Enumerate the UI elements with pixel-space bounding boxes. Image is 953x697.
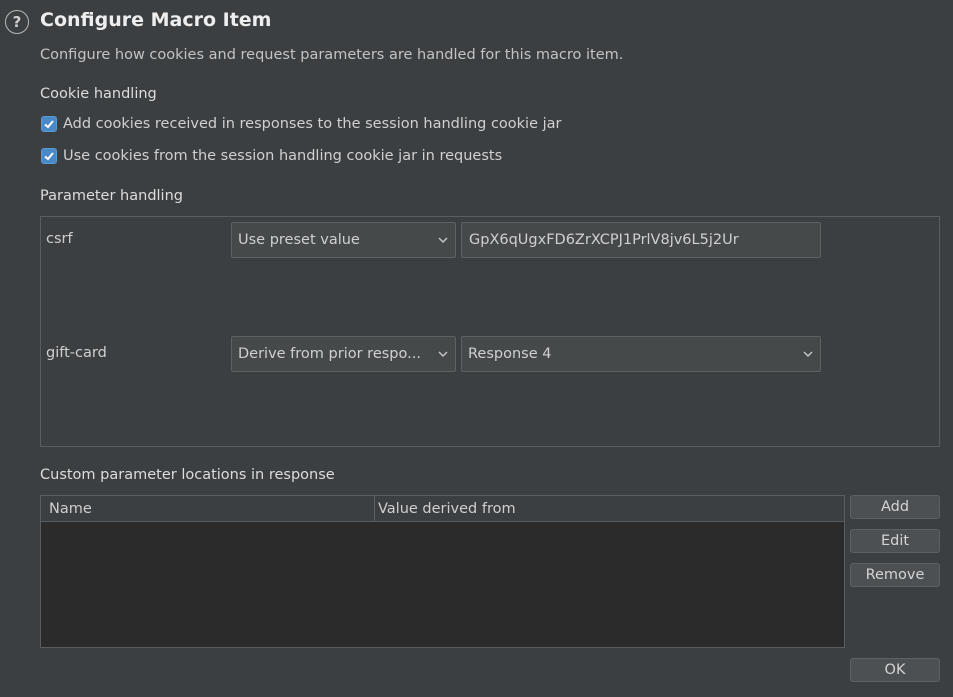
column-header-value-derived-from[interactable]: Value derived from	[375, 496, 844, 521]
gift-card-mode-dropdown[interactable]: Derive from prior respo...	[231, 336, 456, 372]
use-cookies-option[interactable]: Use cookies from the session handling co…	[41, 148, 502, 164]
chevron-down-icon	[802, 348, 814, 360]
use-cookies-label: Use cookies from the session handling co…	[63, 148, 503, 164]
custom-locations-label: Custom parameter locations in response	[40, 467, 335, 483]
dialog-title: Configure Macro Item	[40, 9, 272, 31]
cookie-handling-label: Cookie handling	[40, 86, 157, 102]
dialog-description: Configure how cookies and request parame…	[40, 47, 624, 63]
add-cookies-checkbox[interactable]	[41, 116, 57, 132]
help-icon[interactable]: ?	[5, 10, 29, 34]
chevron-down-icon	[437, 348, 449, 360]
gift-card-response-dropdown[interactable]: Response 4	[461, 336, 821, 372]
add-cookies-option[interactable]: Add cookies received in responses to the…	[41, 116, 562, 132]
csrf-mode-dropdown[interactable]: Use preset value	[231, 222, 456, 258]
check-icon	[44, 152, 54, 161]
gift-card-mode-value: Derive from prior respo...	[238, 346, 421, 362]
edit-button[interactable]: Edit	[850, 529, 940, 553]
custom-locations-table[interactable]: Name Value derived from	[40, 495, 845, 648]
parameter-handling-label: Parameter handling	[40, 188, 183, 204]
check-icon	[44, 120, 54, 129]
ok-button[interactable]: OK	[850, 658, 940, 682]
add-cookies-label: Add cookies received in responses to the…	[63, 116, 562, 132]
use-cookies-checkbox[interactable]	[41, 148, 57, 164]
csrf-value-field[interactable]: GpX6qUgxFD6ZrXCPJ1PrlV8jv6L5j2Ur	[461, 222, 821, 258]
csrf-mode-value: Use preset value	[238, 232, 360, 248]
param-name-csrf: csrf	[46, 231, 73, 247]
table-header: Name Value derived from	[41, 496, 844, 522]
gift-card-response-value: Response 4	[468, 346, 552, 362]
column-header-name[interactable]: Name	[41, 496, 375, 521]
param-name-gift-card: gift-card	[46, 345, 107, 361]
parameter-handling-panel: csrf Use preset value GpX6qUgxFD6ZrXCPJ1…	[40, 216, 940, 447]
chevron-down-icon	[437, 234, 449, 246]
remove-button[interactable]: Remove	[850, 563, 940, 587]
add-button[interactable]: Add	[850, 495, 940, 519]
